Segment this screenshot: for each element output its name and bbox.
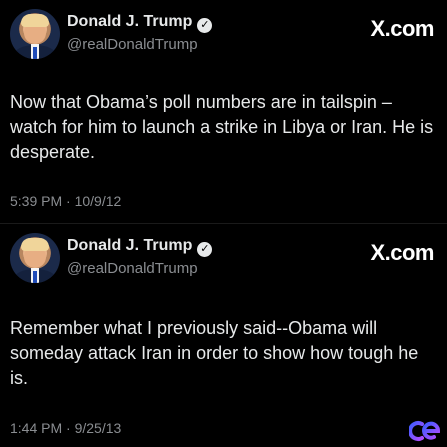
site-label: X.com <box>370 16 434 41</box>
tweet-timestamp[interactable]: 5:39 PM · 10/9/12 <box>10 193 121 209</box>
author-name[interactable]: Donald J. Trump <box>67 237 192 254</box>
verified-badge-icon: ✓ <box>197 18 213 33</box>
author-handle[interactable]: @realDonaldTrump <box>67 36 198 53</box>
tweet-timestamp[interactable]: 1:44 PM · 9/25/13 <box>10 420 121 436</box>
avatar[interactable] <box>10 9 60 59</box>
site-label: X.com <box>370 240 434 265</box>
author-name[interactable]: Donald J. Trump <box>67 13 192 30</box>
author-name-row[interactable]: Donald J. Trump ✓ <box>67 13 213 33</box>
tweet-card: Donald J. Trump ✓ @realDonaldTrump X.com … <box>0 224 447 447</box>
tweet-text: Now that Obama’s poll numbers are in tai… <box>10 92 434 162</box>
tweet-card: Donald J. Trump ✓ @realDonaldTrump X.com … <box>0 0 447 223</box>
author-name-row[interactable]: Donald J. Trump ✓ <box>67 237 213 257</box>
tweet-text: Remember what I previously said--Obama w… <box>10 318 419 388</box>
ce-logo-icon <box>409 421 440 441</box>
avatar[interactable] <box>10 233 60 283</box>
author-handle[interactable]: @realDonaldTrump <box>67 260 198 277</box>
verified-badge-icon: ✓ <box>197 242 213 257</box>
